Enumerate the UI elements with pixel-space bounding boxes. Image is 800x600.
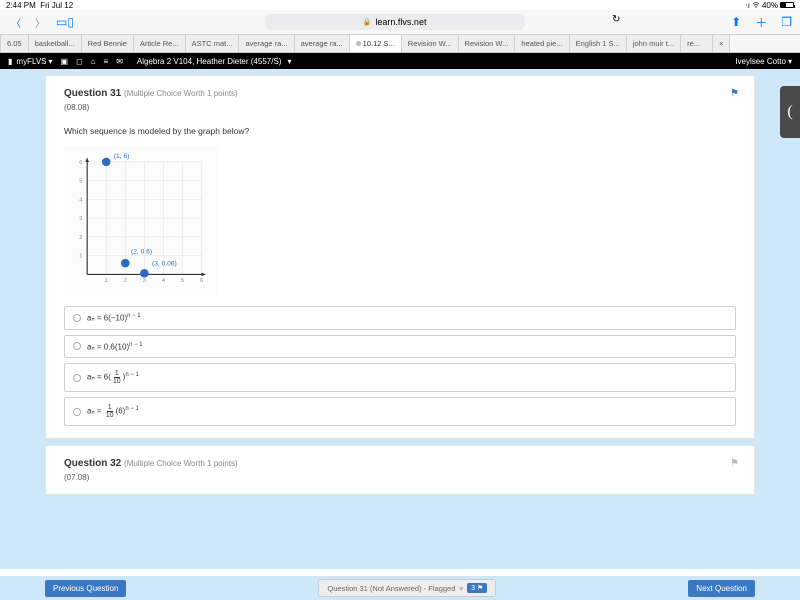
signal-icon: ⋅ı	[745, 1, 750, 10]
browser-tab[interactable]: heated pie...	[515, 35, 569, 52]
q31-title: Question 31	[64, 88, 121, 99]
bookmarks-button[interactable]: ▭▯	[56, 15, 72, 29]
svg-text:(1, 6): (1, 6)	[114, 153, 130, 160]
course-caret-icon[interactable]: ▾	[287, 57, 291, 66]
option-d[interactable]: aₙ = 110(6)n − 1	[64, 397, 736, 426]
tab-close-icon[interactable]: ×	[713, 35, 730, 52]
svg-text:5: 5	[181, 278, 184, 284]
tabs-button[interactable]: ❐	[781, 15, 792, 29]
svg-text:2: 2	[79, 235, 82, 241]
bottom-bar: Previous Question Question 31 (Not Answe…	[0, 576, 800, 600]
side-handle[interactable]: (	[780, 86, 800, 138]
question-31-card: ⚑ Question 31 (Multiple Choice Worth 1 p…	[45, 75, 755, 439]
side-handle-icon: (	[787, 103, 792, 121]
tab-row[interactable]: 6.05basketball...Red BennieArticle Re...…	[0, 34, 800, 52]
browser-tab[interactable]: average ra...	[295, 35, 350, 52]
url-bar[interactable]: 🔒 learn.flvs.net	[265, 14, 525, 30]
browser-tab[interactable]: basketball...	[29, 35, 82, 52]
monitor-icon[interactable]: ▣	[61, 57, 69, 66]
browser-chrome: 〈 〉 ▭▯ 🔒 learn.flvs.net ↻ ⬆︎ ＋ ❐ 6.05bas…	[0, 10, 800, 53]
svg-text:3: 3	[143, 278, 146, 284]
question-status[interactable]: Question 31 (Not Answered) - Flagged ▾ 3…	[318, 579, 496, 597]
svg-text:(3, 0.06): (3, 0.06)	[152, 261, 177, 268]
q31-meta: (Multiple Choice Worth 1 points)	[124, 89, 238, 98]
browser-tab[interactable]: English 1 S...	[570, 35, 627, 52]
svg-text:1: 1	[105, 278, 108, 284]
svg-text:6: 6	[79, 160, 82, 166]
flag-button[interactable]: ⚑	[730, 88, 739, 99]
browser-tab[interactable]: average ra...	[239, 35, 294, 52]
question-32-card: ⚑ Question 32 (Multiple Choice Worth 1 p…	[45, 445, 755, 495]
browser-tab[interactable]: Article Re...	[134, 35, 186, 52]
browser-tab[interactable]: john muir t...	[627, 35, 681, 52]
status-right: ⋅ı 40%	[745, 1, 794, 10]
next-question-button[interactable]: Next Question	[688, 580, 755, 597]
menu-icon[interactable]: ≡	[104, 57, 109, 66]
svg-text:(2, 0.6): (2, 0.6)	[131, 249, 152, 256]
user-name[interactable]: Iveylsee Cotto	[735, 57, 786, 66]
browser-tab[interactable]: Red Bennie	[82, 35, 134, 52]
flag-button-32[interactable]: ⚑	[730, 458, 739, 469]
browser-tab[interactable]: 6.05	[0, 35, 29, 52]
mail-icon[interactable]: ✉	[116, 57, 123, 66]
radio-d[interactable]	[73, 408, 81, 416]
browser-tab[interactable]: Revision W...	[402, 35, 459, 52]
brand-caret-icon[interactable]: ▾	[48, 57, 52, 66]
course-title[interactable]: Algebra 2 V104, Heather Dieter (4557/S)	[131, 57, 288, 66]
q32-title: Question 32	[64, 458, 121, 469]
svg-text:5: 5	[79, 179, 82, 185]
brand-text[interactable]: myFLVS	[16, 57, 46, 66]
svg-text:2: 2	[124, 278, 127, 284]
browser-tab[interactable]: Revision W...	[459, 35, 516, 52]
wifi-icon	[752, 1, 760, 9]
back-button[interactable]: 〈	[8, 15, 24, 30]
radio-b[interactable]	[73, 342, 81, 350]
status-caret-icon: ▾	[459, 584, 463, 593]
svg-text:1: 1	[79, 254, 82, 260]
user-caret-icon[interactable]: ▾	[788, 57, 792, 66]
forward-button: 〉	[32, 15, 48, 30]
home-icon[interactable]: ⌂	[91, 57, 96, 66]
q32-meta: (Multiple Choice Worth 1 points)	[124, 459, 238, 468]
lock-icon: 🔒	[363, 18, 372, 26]
option-c[interactable]: aₙ = 6(110)n − 1	[64, 363, 736, 392]
option-b[interactable]: aₙ = 0.6(10)n − 1	[64, 335, 736, 359]
brand-logo-icon: ▮	[8, 57, 12, 66]
prev-question-button[interactable]: Previous Question	[45, 580, 126, 597]
battery-pct: 40%	[762, 1, 778, 10]
url-host: learn.flvs.net	[375, 17, 426, 27]
ipad-status-bar: 2:44 PM Fri Jul 12 ⋅ı 40%	[0, 0, 800, 10]
radio-c[interactable]	[73, 374, 81, 382]
browser-tab[interactable]: re...	[681, 35, 713, 52]
graph-plot: 1 2 3 4 5 6 1 2 3 4 5 6 (1, 6) (2, 0.6)(3, 0.06)	[64, 146, 219, 296]
q31-prompt: Which sequence is modeled by the graph b…	[64, 126, 736, 136]
battery-icon	[780, 2, 794, 8]
svg-text:3: 3	[79, 216, 82, 222]
new-tab-button[interactable]: ＋	[755, 14, 767, 31]
flagged-count: 3 ⚑	[467, 583, 487, 593]
status-time-date: 2:44 PM Fri Jul 12	[6, 1, 73, 10]
svg-text:6: 6	[200, 278, 203, 284]
svg-text:4: 4	[162, 278, 166, 284]
q31-code: (08.08)	[64, 103, 736, 112]
share-button[interactable]: ⬆︎	[731, 15, 741, 29]
browser-tab[interactable]: ASTC mat...	[186, 35, 240, 52]
inbox-icon[interactable]: ◻︎	[76, 57, 83, 66]
browser-tab[interactable]: 10.12 S...	[350, 35, 402, 52]
content-area: ⚑ Question 31 (Multiple Choice Worth 1 p…	[0, 69, 800, 569]
app-header: ▮ myFLVS ▾ ▣ ◻︎ ⌂ ≡ ✉ Algebra 2 V104, He…	[0, 53, 800, 69]
option-a[interactable]: aₙ = 6(−10)n − 1	[64, 306, 736, 330]
svg-text:4: 4	[79, 197, 83, 203]
q32-code: (07.08)	[64, 473, 736, 482]
refresh-button[interactable]: ↻	[609, 14, 623, 30]
radio-a[interactable]	[73, 314, 81, 322]
